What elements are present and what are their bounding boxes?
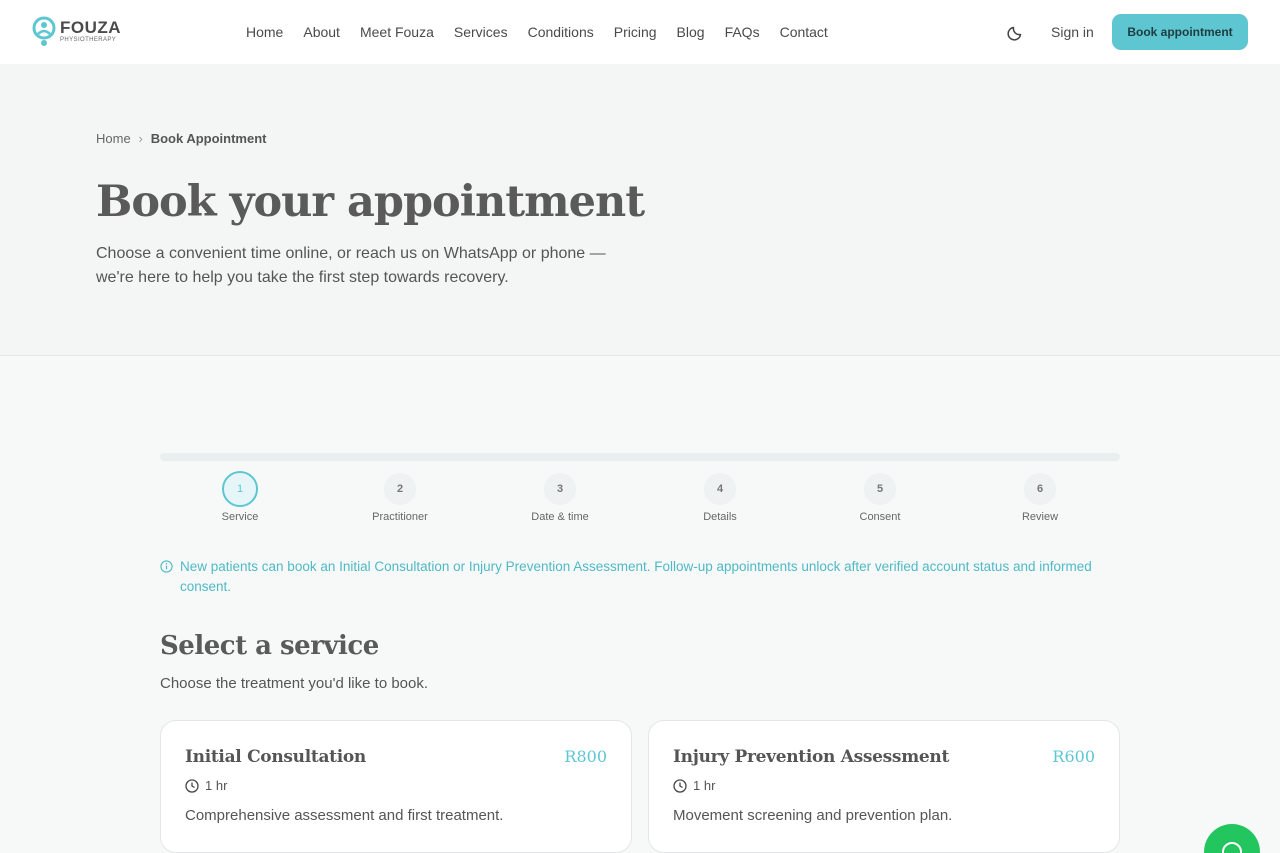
service-description: Comprehensive assessment and first treat… bbox=[185, 807, 504, 824]
service-duration: 1 hr bbox=[205, 778, 228, 793]
step-label: Consent bbox=[859, 511, 901, 523]
progress-track bbox=[160, 453, 1120, 461]
service-price: R800 bbox=[564, 747, 607, 766]
breadcrumb-chevron-icon: › bbox=[138, 131, 143, 146]
clock-icon bbox=[673, 779, 687, 793]
breadcrumb-current: Book Appointment bbox=[150, 131, 267, 146]
whatsapp-chat-button[interactable] bbox=[1204, 824, 1260, 853]
breadcrumb: Home › Book Appointment bbox=[96, 130, 266, 148]
step-service[interactable]: 1 Service bbox=[160, 471, 320, 527]
booking-stepper: 1 Service 2 Practitioner 3 Date & time 4… bbox=[160, 471, 1120, 527]
top-navigation: FOUZA PHYSIOTHERAPY Home About Meet Fouz… bbox=[0, 0, 1280, 64]
step-number: 2 bbox=[384, 473, 416, 505]
whatsapp-chat-icon bbox=[1222, 842, 1242, 853]
step-date-time[interactable]: 3 Date & time bbox=[480, 471, 640, 527]
step-number: 6 bbox=[1024, 473, 1056, 505]
brand-tagline: PHYSIOTHERAPY bbox=[60, 37, 117, 43]
nav-link-faqs[interactable]: FAQs bbox=[725, 21, 760, 43]
clock-icon bbox=[185, 779, 199, 793]
step-label: Details bbox=[703, 511, 737, 523]
step-number: 5 bbox=[864, 473, 896, 505]
logo-icon bbox=[32, 16, 56, 46]
nav-link-home[interactable]: Home bbox=[246, 21, 283, 43]
nav-link-conditions[interactable]: Conditions bbox=[528, 21, 594, 43]
step-label: Date & time bbox=[531, 511, 589, 523]
book-appointment-button[interactable]: Book appointment bbox=[1112, 14, 1248, 50]
sign-in-link[interactable]: Sign in bbox=[1051, 21, 1094, 43]
nav-link-contact[interactable]: Contact bbox=[780, 21, 828, 43]
section-title: Select a service bbox=[160, 631, 379, 661]
nav-link-services[interactable]: Services bbox=[454, 21, 508, 43]
service-price: R600 bbox=[1052, 747, 1095, 766]
moon-icon[interactable] bbox=[1006, 22, 1026, 42]
step-number: 4 bbox=[704, 473, 736, 505]
service-name: Injury Prevention Assessment bbox=[673, 747, 950, 767]
hero-section: Home › Book Appointment Book your appointm… bbox=[0, 64, 1280, 356]
breadcrumb-home[interactable]: Home bbox=[96, 131, 131, 146]
nav-link-meet-fouza[interactable]: Meet Fouza bbox=[360, 21, 434, 43]
service-name: Initial Consultation bbox=[185, 747, 366, 767]
nav-link-about[interactable]: About bbox=[303, 21, 340, 43]
service-card-injury-prevention[interactable]: Injury Prevention Assessment R600 1 hr M… bbox=[648, 720, 1120, 853]
step-practitioner[interactable]: 2 Practitioner bbox=[320, 471, 480, 527]
info-icon bbox=[160, 560, 173, 573]
step-review[interactable]: 6 Review bbox=[960, 471, 1120, 527]
notice-text: New patients can book an Initial Consult… bbox=[180, 559, 1092, 594]
nav-link-blog[interactable]: Blog bbox=[677, 21, 705, 43]
service-duration: 1 hr bbox=[693, 778, 716, 793]
step-label: Review bbox=[1021, 511, 1059, 523]
brand-logo[interactable]: FOUZA PHYSIOTHERAPY bbox=[32, 16, 122, 48]
main-menu: Home About Meet Fouza Services Condition… bbox=[236, 21, 838, 43]
service-card-initial-consultation[interactable]: Initial Consultation R800 1 hr Comprehen… bbox=[160, 720, 632, 853]
section-subtitle: Choose the treatment you'd like to book. bbox=[160, 675, 429, 692]
step-number: 3 bbox=[544, 473, 576, 505]
step-number: 1 bbox=[222, 471, 258, 507]
step-consent[interactable]: 5 Consent bbox=[800, 471, 960, 527]
step-label: Service bbox=[221, 511, 259, 523]
nav-link-pricing[interactable]: Pricing bbox=[614, 21, 657, 43]
step-label: Practitioner bbox=[372, 511, 428, 523]
service-description: Movement screening and prevention plan. bbox=[673, 807, 953, 824]
page-subtitle: Choose a convenient time online, or reac… bbox=[96, 245, 606, 286]
step-details[interactable]: 4 Details bbox=[640, 471, 800, 527]
brand-name: FOUZA bbox=[60, 18, 122, 37]
page-title: Book your appointment bbox=[96, 177, 645, 227]
